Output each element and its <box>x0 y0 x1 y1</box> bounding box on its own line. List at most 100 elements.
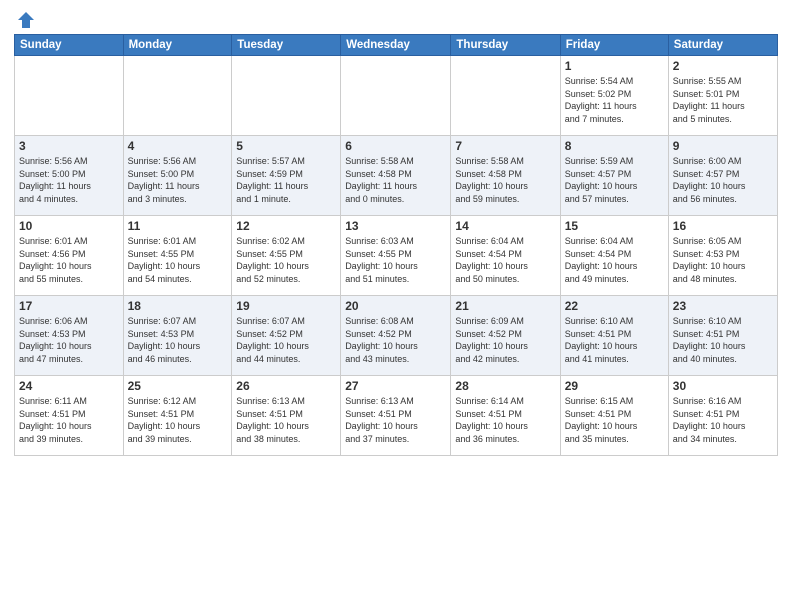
day-number: 7 <box>455 139 555 153</box>
day-info: Sunrise: 6:09 AM Sunset: 4:52 PM Dayligh… <box>455 315 555 365</box>
day-info: Sunrise: 6:02 AM Sunset: 4:55 PM Dayligh… <box>236 235 336 285</box>
logo <box>14 10 36 26</box>
calendar-day-header: Sunday <box>15 35 124 56</box>
calendar-header-row: SundayMondayTuesdayWednesdayThursdayFrid… <box>15 35 778 56</box>
calendar-day-cell: 29 Sunrise: 6:15 AM Sunset: 4:51 PM Dayli… <box>560 376 668 456</box>
day-number: 15 <box>565 219 664 233</box>
calendar-day-header: Wednesday <box>341 35 451 56</box>
calendar-week-row: 1Sunrise: 5:54 AM Sunset: 5:02 PM Daylig… <box>15 56 778 136</box>
day-info: Sunrise: 6:13 AM Sunset: 4:51 PM Dayligh… <box>345 395 446 445</box>
calendar-day-cell: 11 Sunrise: 6:01 AM Sunset: 4:55 PM Dayli… <box>123 216 232 296</box>
day-info: Sunrise: 5:59 AM Sunset: 4:57 PM Dayligh… <box>565 155 664 205</box>
day-number: 23 <box>673 299 773 313</box>
page: SundayMondayTuesdayWednesdayThursdayFrid… <box>0 0 792 612</box>
calendar-day-header: Friday <box>560 35 668 56</box>
day-number: 3 <box>19 139 119 153</box>
calendar-day-cell: 17Sunrise: 6:06 AM Sunset: 4:53 PM Dayli… <box>15 296 124 376</box>
calendar-day-cell: 25 Sunrise: 6:12 AM Sunset: 4:51 PM Dayli… <box>123 376 232 456</box>
calendar-day-cell: 4 Sunrise: 5:56 AM Sunset: 5:00 PM Daylig… <box>123 136 232 216</box>
calendar-day-cell <box>232 56 341 136</box>
day-number: 25 <box>128 379 228 393</box>
calendar-day-cell: 12 Sunrise: 6:02 AM Sunset: 4:55 PM Dayli… <box>232 216 341 296</box>
day-info: Sunrise: 6:07 AM Sunset: 4:52 PM Dayligh… <box>236 315 336 365</box>
calendar-day-header: Saturday <box>668 35 777 56</box>
calendar-day-cell: 18 Sunrise: 6:07 AM Sunset: 4:53 PM Dayli… <box>123 296 232 376</box>
calendar-week-row: 24 Sunrise: 6:11 AM Sunset: 4:51 PM Dayli… <box>15 376 778 456</box>
calendar-day-cell: 10Sunrise: 6:01 AM Sunset: 4:56 PM Dayli… <box>15 216 124 296</box>
day-info: Sunrise: 6:15 AM Sunset: 4:51 PM Dayligh… <box>565 395 664 445</box>
day-info: Sunrise: 6:13 AM Sunset: 4:51 PM Dayligh… <box>236 395 336 445</box>
calendar-day-cell: 20Sunrise: 6:08 AM Sunset: 4:52 PM Dayli… <box>341 296 451 376</box>
day-info: Sunrise: 6:01 AM Sunset: 4:55 PM Dayligh… <box>128 235 228 285</box>
calendar-day-cell: 22 Sunrise: 6:10 AM Sunset: 4:51 PM Dayli… <box>560 296 668 376</box>
day-number: 9 <box>673 139 773 153</box>
day-number: 8 <box>565 139 664 153</box>
calendar-day-cell: 16 Sunrise: 6:05 AM Sunset: 4:53 PM Dayli… <box>668 216 777 296</box>
day-info: Sunrise: 5:58 AM Sunset: 4:58 PM Dayligh… <box>345 155 446 205</box>
day-number: 16 <box>673 219 773 233</box>
day-info: Sunrise: 6:04 AM Sunset: 4:54 PM Dayligh… <box>455 235 555 285</box>
day-number: 19 <box>236 299 336 313</box>
day-info: Sunrise: 5:56 AM Sunset: 5:00 PM Dayligh… <box>128 155 228 205</box>
day-number: 30 <box>673 379 773 393</box>
calendar-day-cell: 23 Sunrise: 6:10 AM Sunset: 4:51 PM Dayli… <box>668 296 777 376</box>
calendar-day-cell: 28 Sunrise: 6:14 AM Sunset: 4:51 PM Dayli… <box>451 376 560 456</box>
day-info: Sunrise: 6:11 AM Sunset: 4:51 PM Dayligh… <box>19 395 119 445</box>
day-number: 5 <box>236 139 336 153</box>
calendar-day-cell: 15 Sunrise: 6:04 AM Sunset: 4:54 PM Dayli… <box>560 216 668 296</box>
day-number: 2 <box>673 59 773 73</box>
day-number: 6 <box>345 139 446 153</box>
calendar-day-cell: 26 Sunrise: 6:13 AM Sunset: 4:51 PM Dayli… <box>232 376 341 456</box>
day-info: Sunrise: 6:01 AM Sunset: 4:56 PM Dayligh… <box>19 235 119 285</box>
header <box>14 10 778 26</box>
calendar-day-cell: 19 Sunrise: 6:07 AM Sunset: 4:52 PM Dayli… <box>232 296 341 376</box>
calendar-day-header: Tuesday <box>232 35 341 56</box>
day-info: Sunrise: 6:07 AM Sunset: 4:53 PM Dayligh… <box>128 315 228 365</box>
day-info: Sunrise: 6:06 AM Sunset: 4:53 PM Dayligh… <box>19 315 119 365</box>
day-number: 18 <box>128 299 228 313</box>
day-number: 1 <box>565 59 664 73</box>
day-info: Sunrise: 6:12 AM Sunset: 4:51 PM Dayligh… <box>128 395 228 445</box>
day-number: 4 <box>128 139 228 153</box>
calendar-day-cell <box>451 56 560 136</box>
day-number: 11 <box>128 219 228 233</box>
day-number: 29 <box>565 379 664 393</box>
day-number: 24 <box>19 379 119 393</box>
day-info: Sunrise: 6:00 AM Sunset: 4:57 PM Dayligh… <box>673 155 773 205</box>
calendar-day-cell: 1Sunrise: 5:54 AM Sunset: 5:02 PM Daylig… <box>560 56 668 136</box>
calendar-day-cell <box>123 56 232 136</box>
calendar-day-cell: 6 Sunrise: 5:58 AM Sunset: 4:58 PM Daylig… <box>341 136 451 216</box>
day-info: Sunrise: 5:56 AM Sunset: 5:00 PM Dayligh… <box>19 155 119 205</box>
calendar-day-cell: 21 Sunrise: 6:09 AM Sunset: 4:52 PM Dayli… <box>451 296 560 376</box>
calendar-day-cell: 7 Sunrise: 5:58 AM Sunset: 4:58 PM Daylig… <box>451 136 560 216</box>
day-info: Sunrise: 6:04 AM Sunset: 4:54 PM Dayligh… <box>565 235 664 285</box>
day-number: 21 <box>455 299 555 313</box>
day-info: Sunrise: 6:10 AM Sunset: 4:51 PM Dayligh… <box>565 315 664 365</box>
day-number: 14 <box>455 219 555 233</box>
calendar-day-cell: 9 Sunrise: 6:00 AM Sunset: 4:57 PM Daylig… <box>668 136 777 216</box>
calendar-day-cell: 3 Sunrise: 5:56 AM Sunset: 5:00 PM Daylig… <box>15 136 124 216</box>
calendar-day-cell: 24 Sunrise: 6:11 AM Sunset: 4:51 PM Dayli… <box>15 376 124 456</box>
calendar-day-cell: 8 Sunrise: 5:59 AM Sunset: 4:57 PM Daylig… <box>560 136 668 216</box>
day-number: 22 <box>565 299 664 313</box>
calendar-day-cell <box>341 56 451 136</box>
calendar-table: SundayMondayTuesdayWednesdayThursdayFrid… <box>14 34 778 456</box>
calendar-day-cell: 13Sunrise: 6:03 AM Sunset: 4:55 PM Dayli… <box>341 216 451 296</box>
day-number: 28 <box>455 379 555 393</box>
calendar-day-cell: 27 Sunrise: 6:13 AM Sunset: 4:51 PM Dayli… <box>341 376 451 456</box>
day-info: Sunrise: 5:58 AM Sunset: 4:58 PM Dayligh… <box>455 155 555 205</box>
day-info: Sunrise: 6:10 AM Sunset: 4:51 PM Dayligh… <box>673 315 773 365</box>
day-number: 26 <box>236 379 336 393</box>
calendar-day-cell: 14 Sunrise: 6:04 AM Sunset: 4:54 PM Dayli… <box>451 216 560 296</box>
day-info: Sunrise: 6:05 AM Sunset: 4:53 PM Dayligh… <box>673 235 773 285</box>
calendar-day-header: Monday <box>123 35 232 56</box>
calendar-week-row: 10Sunrise: 6:01 AM Sunset: 4:56 PM Dayli… <box>15 216 778 296</box>
day-info: Sunrise: 6:03 AM Sunset: 4:55 PM Dayligh… <box>345 235 446 285</box>
day-number: 12 <box>236 219 336 233</box>
calendar-day-cell: 5Sunrise: 5:57 AM Sunset: 4:59 PM Daylig… <box>232 136 341 216</box>
day-number: 27 <box>345 379 446 393</box>
day-number: 20 <box>345 299 446 313</box>
day-info: Sunrise: 6:14 AM Sunset: 4:51 PM Dayligh… <box>455 395 555 445</box>
day-info: Sunrise: 5:55 AM Sunset: 5:01 PM Dayligh… <box>673 75 773 125</box>
calendar-day-cell: 30Sunrise: 6:16 AM Sunset: 4:51 PM Dayli… <box>668 376 777 456</box>
